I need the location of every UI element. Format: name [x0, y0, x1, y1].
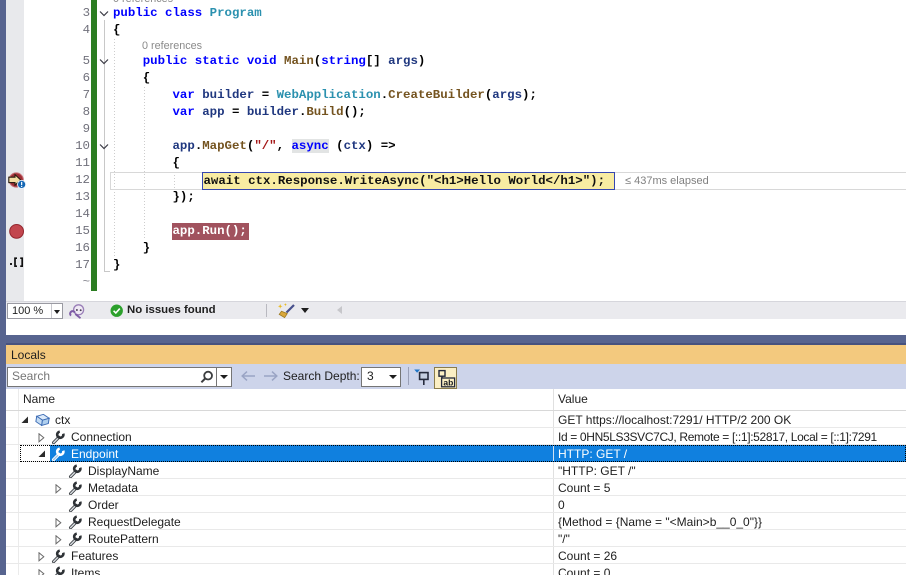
svg-text:ab: ab — [443, 377, 453, 387]
